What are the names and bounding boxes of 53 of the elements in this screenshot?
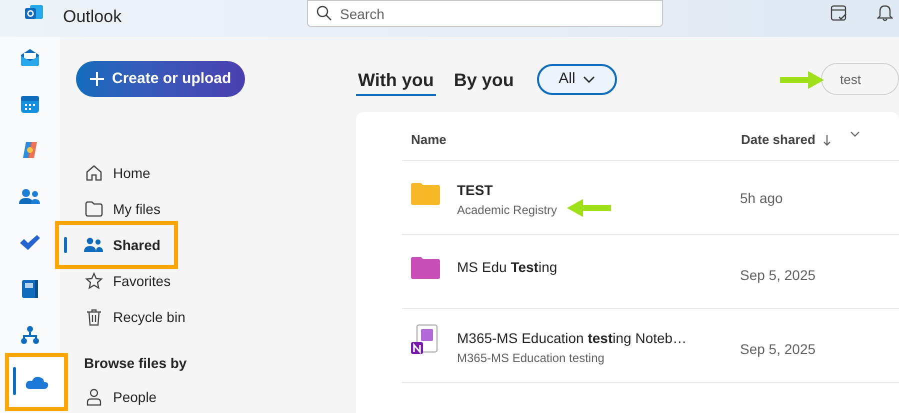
file-location: Academic Registry [457, 202, 558, 219]
column-header[interactable]: Date shared [741, 130, 832, 150]
cloud-icon [24, 374, 48, 390]
chevron-down-icon[interactable] [850, 131, 860, 138]
home-icon [85, 164, 103, 182]
org-chart-icon [20, 325, 40, 345]
section-heading: Browse files by [84, 354, 187, 373]
calendar-check-icon[interactable] [830, 4, 848, 22]
filter-dropdown[interactable]: All [537, 64, 617, 95]
copilot-icon [20, 140, 40, 160]
file-row[interactable]: TEST Academic Registry 5h ago [402, 161, 899, 235]
star-icon [85, 272, 103, 290]
nav-item[interactable]: Shared [84, 232, 160, 258]
file-row[interactable]: M365-MS Education testing Noteb… M365-MS Education testing Sep 5, 2025 [402, 309, 899, 383]
date-shared: Sep 5, 2025 [740, 340, 816, 359]
people-icon [19, 188, 41, 206]
file-name[interactable]: M365-MS Education testing Noteb… [457, 328, 687, 349]
chevron-down-icon [583, 76, 596, 84]
sort-down-icon [823, 134, 832, 146]
notebook-icon [411, 324, 439, 356]
outlook-logo-icon [24, 4, 44, 22]
file-row[interactable]: MS Edu Testing Sep 5, 2025 [402, 235, 899, 309]
book-icon [21, 279, 39, 299]
search-field[interactable]: Search [307, 0, 663, 27]
tab[interactable]: With you [356, 66, 436, 96]
nav-item[interactable]: People [84, 385, 157, 409]
nav-item[interactable]: My files [84, 196, 160, 222]
folder-icon [85, 201, 103, 217]
pointer-arrow [567, 196, 612, 220]
mail-icon [19, 47, 41, 67]
pointer-arrow [780, 68, 825, 92]
people-icon [84, 237, 104, 253]
file-location: M365-MS Education testing [457, 350, 604, 367]
person-icon [86, 388, 102, 406]
rail-button[interactable] [5, 353, 68, 411]
create-button[interactable]: Create or upload [76, 61, 246, 97]
date-shared: 5h ago [740, 189, 783, 208]
checkmark-icon [19, 234, 41, 252]
nav-item[interactable]: Home [84, 160, 150, 186]
column-header[interactable]: Name [411, 130, 446, 150]
calendar-icon [20, 94, 40, 114]
nav-item[interactable]: Favorites [84, 268, 171, 294]
file-name[interactable]: MS Edu Testing [457, 257, 558, 278]
nav-item[interactable]: Recycle bin [84, 304, 186, 330]
app-title: Outlook [63, 6, 122, 28]
tab[interactable]: By you [452, 66, 516, 96]
file-name[interactable]: TEST [457, 180, 493, 201]
plus-icon [90, 72, 104, 86]
bell-icon[interactable] [877, 4, 893, 22]
date-shared: Sep 5, 2025 [740, 266, 816, 285]
trash-icon [86, 308, 102, 326]
search-icon [316, 5, 332, 21]
filter-search-field[interactable]: test [821, 63, 899, 95]
